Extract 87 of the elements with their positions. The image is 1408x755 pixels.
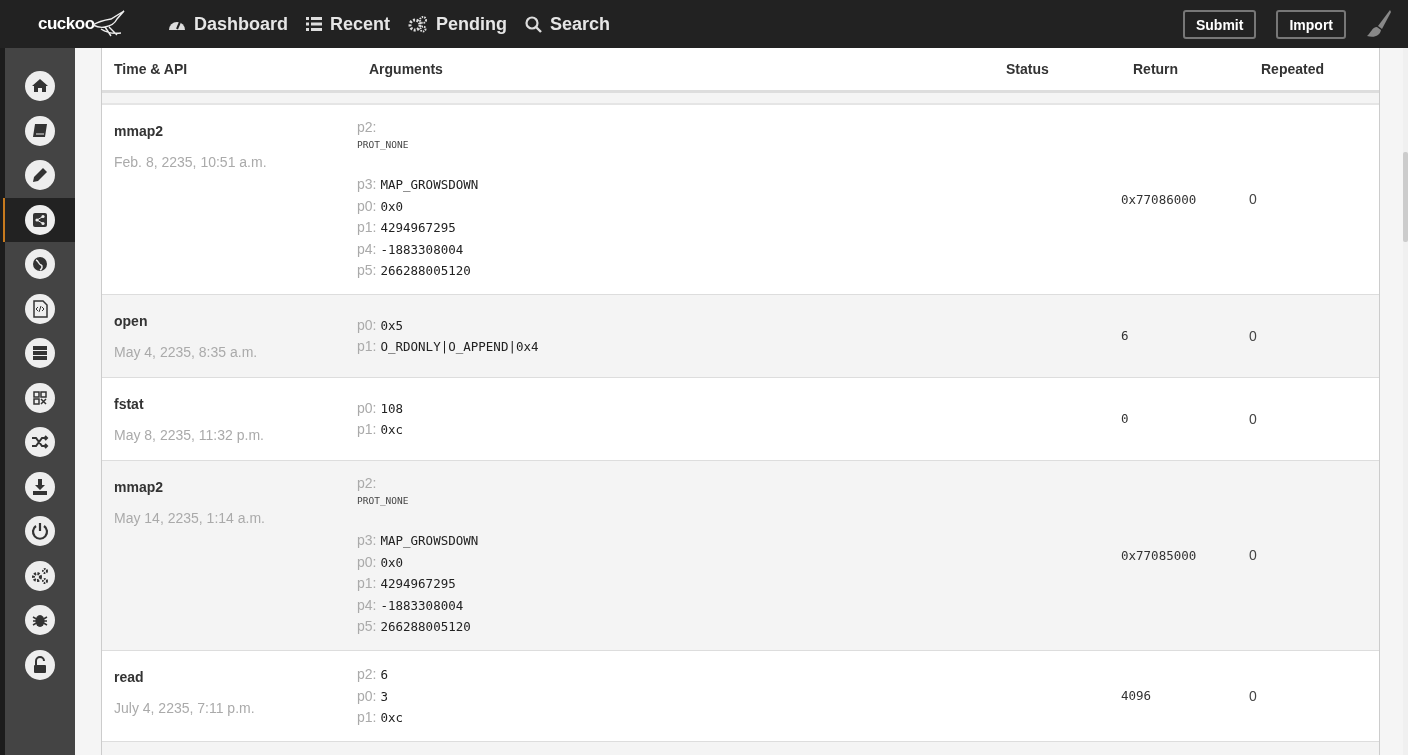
book-icon xyxy=(25,115,55,146)
argument-value: 108 xyxy=(380,399,404,418)
search-icon xyxy=(525,15,543,33)
argument-value: MAP_GROWSDOWN xyxy=(380,176,479,194)
brush-icon[interactable] xyxy=(1366,9,1392,39)
logo-text[interactable]: cuckoo xyxy=(38,14,95,34)
argument-value: 6 xyxy=(380,665,388,684)
return-value: 0 xyxy=(1121,411,1129,427)
argument-value: 266288005120 xyxy=(380,262,471,281)
argument-value: PROT_NONE xyxy=(357,493,410,508)
return-value: 0x77085000 xyxy=(1121,547,1197,563)
unlock-icon xyxy=(25,649,55,680)
column-header: Status xyxy=(1005,61,1050,77)
argument-value: 4294967295 xyxy=(380,219,456,238)
top-button[interactable]: Import xyxy=(1276,9,1346,39)
argument-name: p4: xyxy=(357,595,377,615)
argument-name: p2: xyxy=(357,118,378,136)
api-name: open xyxy=(114,311,149,330)
list-icon xyxy=(306,17,323,31)
argument-value: 0x5 xyxy=(380,316,404,335)
return-value: 6 xyxy=(1121,328,1129,344)
column-header: Repeated xyxy=(1260,61,1326,77)
argument-name: p1: xyxy=(357,218,377,238)
argument-value: 0x0 xyxy=(380,197,404,216)
qr-code-icon xyxy=(25,382,55,413)
power-icon xyxy=(25,516,55,547)
argument-value: MAP_GROWSDOWN xyxy=(380,531,479,550)
repeat-count: 0 xyxy=(1249,687,1257,704)
column-header: Return xyxy=(1132,61,1180,77)
home-icon xyxy=(25,71,55,102)
argument-name: p2: xyxy=(357,473,378,492)
timestamp: May 14, 2235, 1:14 a.m. xyxy=(114,508,266,527)
nav-link[interactable]: Recent xyxy=(306,13,391,35)
column-header: Time & API xyxy=(113,61,189,77)
argument-value: -1883308004 xyxy=(380,596,464,615)
timestamp: May 4, 2235, 8:35 a.m. xyxy=(114,342,259,361)
nav-link[interactable]: Dashboard xyxy=(168,13,289,35)
sidebar-item[interactable] xyxy=(3,197,75,242)
argument-name: p0: xyxy=(357,315,377,335)
nav-link[interactable]: Pending xyxy=(408,13,508,35)
repeat-count: 0 xyxy=(1249,191,1257,208)
argument-name: p5: xyxy=(357,617,377,637)
api-name: mmap2 xyxy=(114,477,165,496)
argument-name: p0: xyxy=(357,196,377,216)
argument-value: -1883308004 xyxy=(380,240,464,259)
nav-link[interactable]: Search xyxy=(525,13,611,35)
argument-value: O_RDONLY|O_APPEND|0x4 xyxy=(380,338,539,357)
argument-name: p1: xyxy=(357,574,377,594)
return-value: 4096 xyxy=(1121,688,1152,704)
bug-icon xyxy=(25,605,55,636)
argument-name: p3: xyxy=(357,175,377,194)
shuffle-icon xyxy=(25,427,55,458)
timestamp: Feb. 8, 2235, 10:51 a.m. xyxy=(114,153,268,171)
top-button[interactable]: Submit xyxy=(1183,9,1257,39)
argument-name: p0: xyxy=(357,398,377,418)
argument-name: p4: xyxy=(357,239,377,259)
argument-name: p0: xyxy=(357,552,377,572)
code-file-icon xyxy=(25,293,55,324)
argument-value: 0x0 xyxy=(380,553,404,572)
argument-value: PROT_NONE xyxy=(357,138,410,152)
argument-name: p5: xyxy=(357,261,377,281)
timestamp: July 4, 2235, 7:11 p.m. xyxy=(114,698,256,717)
scrollbar[interactable] xyxy=(1403,48,1408,755)
repeat-count: 0 xyxy=(1249,410,1257,427)
pencil-icon xyxy=(25,160,55,191)
argument-name: p0: xyxy=(357,686,377,706)
argument-name: p1: xyxy=(357,708,377,728)
argument-name: p1: xyxy=(357,337,377,357)
argument-value: 3 xyxy=(380,687,388,706)
api-name: read xyxy=(114,667,145,686)
timestamp: May 8, 2235, 11:32 p.m. xyxy=(114,425,265,444)
argument-value: 4294967295 xyxy=(380,575,456,594)
download-icon xyxy=(25,471,55,502)
argument-value: 0xc xyxy=(380,709,404,728)
repeat-count: 0 xyxy=(1249,327,1257,344)
argument-name: p3: xyxy=(357,530,377,550)
api-name: mmap2 xyxy=(114,122,165,140)
share-icon xyxy=(25,204,55,235)
argument-value: 266288005120 xyxy=(380,618,471,637)
argument-value: 0xc xyxy=(380,421,404,440)
column-header: Arguments xyxy=(368,61,444,77)
argument-name: p2: xyxy=(357,664,377,684)
repeat-count: 0 xyxy=(1249,547,1257,564)
api-name: fstat xyxy=(114,394,145,413)
server-icon xyxy=(25,338,55,369)
argument-name: p1: xyxy=(357,420,377,440)
return-value: 0x77086000 xyxy=(1121,192,1197,207)
